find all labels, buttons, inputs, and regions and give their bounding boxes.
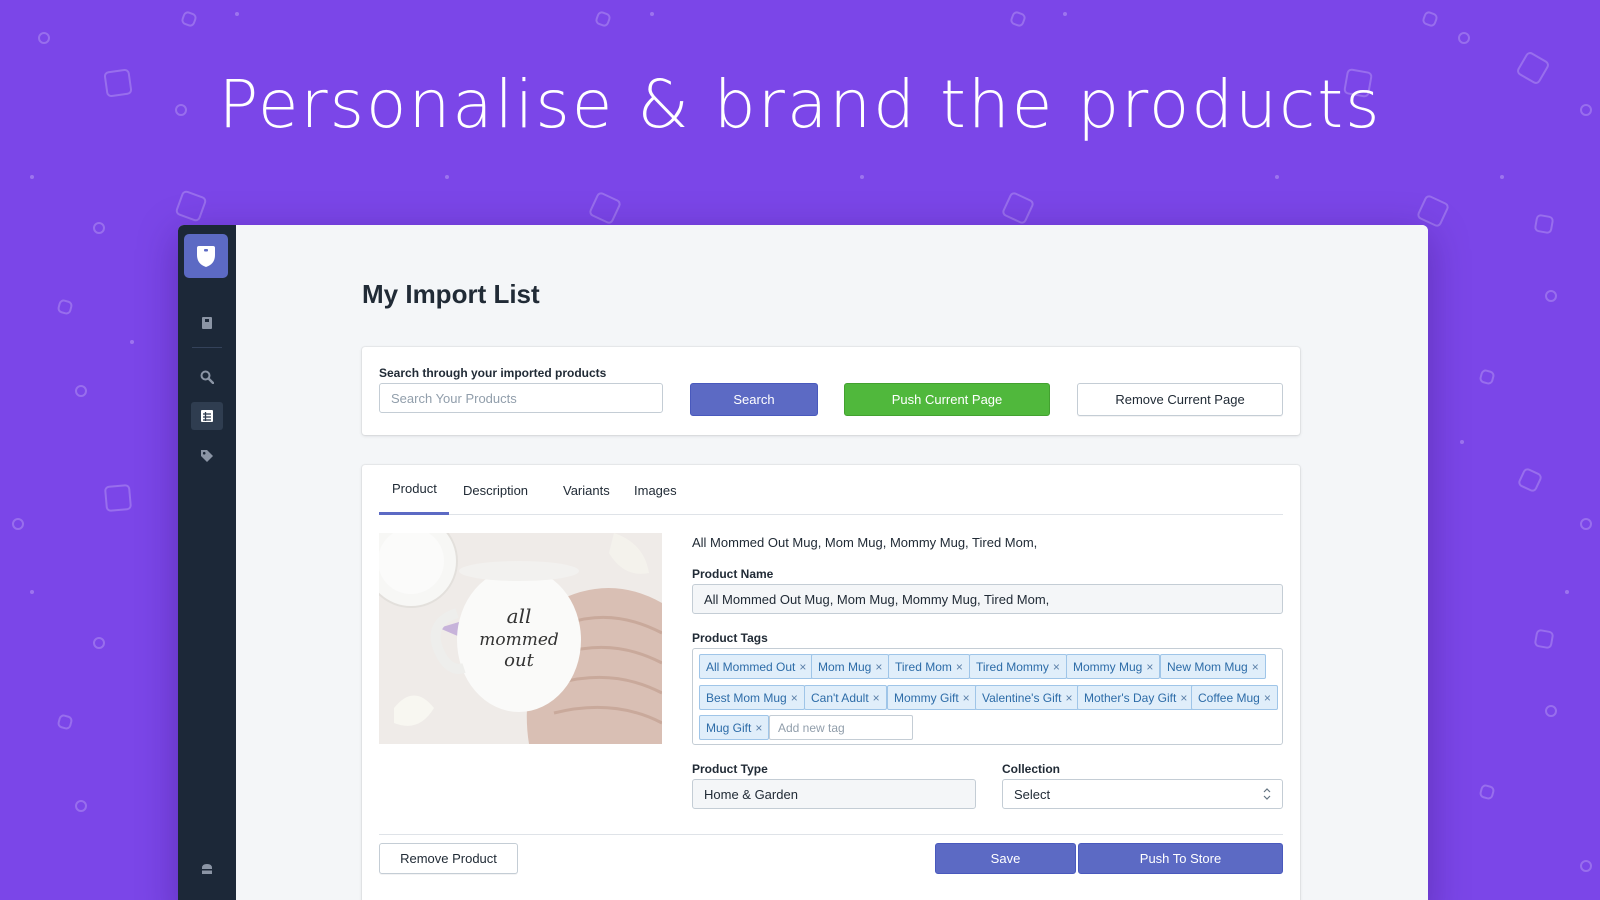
tag-label: All Mommed Out xyxy=(706,659,796,674)
tag-label: Best Mom Mug xyxy=(706,690,787,705)
remove-tag-icon[interactable]: × xyxy=(963,691,970,705)
tag-label: New Mom Mug xyxy=(1167,659,1248,674)
tag-chip: New Mom Mug × xyxy=(1160,654,1266,679)
tag-label: Coffee Mug xyxy=(1198,690,1260,705)
tag-label: Valentine's Gift xyxy=(982,690,1062,705)
product-name-field[interactable] xyxy=(692,584,1283,614)
search-card: Search through your imported products Se… xyxy=(362,347,1300,435)
tab-product[interactable]: Product xyxy=(379,465,449,515)
remove-product-button[interactable]: Remove Product xyxy=(379,843,518,874)
main-content: My Import List Search through your impor… xyxy=(236,225,1428,900)
remove-tag-icon[interactable]: × xyxy=(791,691,798,705)
tag-chip: Valentine's Gift × xyxy=(975,685,1080,710)
tag-label: Mug Gift xyxy=(706,720,752,735)
app-logo-icon[interactable] xyxy=(184,234,228,278)
remove-tag-icon[interactable]: × xyxy=(799,660,806,674)
remove-tag-icon[interactable]: × xyxy=(1180,691,1187,705)
search-input[interactable] xyxy=(379,383,663,413)
tag-icon[interactable] xyxy=(191,442,223,470)
book-icon[interactable] xyxy=(191,309,223,337)
product-name-label: Product Name xyxy=(692,567,774,581)
product-summary: All Mommed Out Mug, Mom Mug, Mommy Mug, … xyxy=(692,535,1038,550)
product-card: Product Description Variants Images all … xyxy=(362,465,1300,900)
product-tags-label: Product Tags xyxy=(692,631,768,645)
product-type-field[interactable] xyxy=(692,779,976,809)
store-icon[interactable] xyxy=(191,855,223,883)
save-button[interactable]: Save xyxy=(935,843,1076,874)
remove-tag-icon[interactable]: × xyxy=(1146,660,1153,674)
new-tag-input[interactable] xyxy=(769,715,913,740)
remove-tag-icon[interactable]: × xyxy=(755,721,762,735)
tag-chip: Mom Mug × xyxy=(811,654,890,679)
remove-current-page-button[interactable]: Remove Current Page xyxy=(1077,383,1283,416)
tab-variants[interactable]: Variants xyxy=(550,465,623,515)
page-title: My Import List xyxy=(362,279,540,309)
tag-label: Tired Mom xyxy=(895,659,952,674)
tag-label: Mommy Gift xyxy=(894,690,959,705)
push-to-store-button[interactable]: Push To Store xyxy=(1078,843,1283,874)
collection-label: Collection xyxy=(1002,762,1061,776)
search-icon[interactable] xyxy=(191,363,223,391)
mug-text-line2: mommed xyxy=(479,630,559,650)
remove-tag-icon[interactable]: × xyxy=(1065,691,1072,705)
tag-label: Mother's Day Gift xyxy=(1084,690,1177,705)
remove-tag-icon[interactable]: × xyxy=(875,660,882,674)
tag-chip: Mug Gift × xyxy=(699,715,770,740)
tab-images[interactable]: Images xyxy=(621,465,690,515)
collection-select[interactable]: Select xyxy=(1002,779,1283,809)
tag-chip: Mommy Mug × xyxy=(1066,654,1161,679)
product-image: all mommed out xyxy=(379,533,662,744)
app-window: My Import List Search through your impor… xyxy=(178,225,1428,900)
remove-tag-icon[interactable]: × xyxy=(1252,660,1259,674)
mug-text-line1: all xyxy=(507,604,532,628)
tag-chip: Coffee Mug × xyxy=(1191,685,1278,710)
tag-label: Can't Adult xyxy=(811,690,869,705)
tag-chip: Best Mom Mug × xyxy=(699,685,805,710)
tag-label: Mommy Mug xyxy=(1073,659,1143,674)
hero-title: Personalise & brand the products xyxy=(218,66,1382,143)
select-arrows-icon xyxy=(1263,788,1271,800)
tab-description[interactable]: Description xyxy=(450,465,541,515)
remove-tag-icon[interactable]: × xyxy=(956,660,963,674)
search-label: Search through your imported products xyxy=(379,366,607,380)
tag-chip: Tired Mom × xyxy=(888,654,970,679)
tag-chip: Tired Mommy × xyxy=(969,654,1067,679)
tag-chip: Mommy Gift × xyxy=(887,685,977,710)
push-current-page-button[interactable]: Push Current Page xyxy=(844,383,1050,416)
product-tabs: Product Description Variants Images xyxy=(379,465,1283,515)
tag-label: Tired Mommy xyxy=(976,659,1049,674)
sidebar-divider xyxy=(192,347,222,348)
sidebar xyxy=(178,225,236,900)
tag-label: Mom Mug xyxy=(818,659,872,674)
remove-tag-icon[interactable]: × xyxy=(1264,691,1271,705)
remove-tag-icon[interactable]: × xyxy=(873,691,880,705)
mug-text-line3: out xyxy=(504,650,534,671)
product-type-label: Product Type xyxy=(692,762,768,776)
tag-chip: All Mommed Out × xyxy=(699,654,814,679)
tag-chip: Mother's Day Gift × xyxy=(1077,685,1195,710)
search-button[interactable]: Search xyxy=(690,383,818,416)
collection-selected-value: Select xyxy=(1014,786,1051,802)
list-icon[interactable] xyxy=(191,402,223,430)
remove-tag-icon[interactable]: × xyxy=(1053,660,1060,674)
product-tags-box: All Mommed Out × Mom Mug × Tired Mom × Tire… xyxy=(692,648,1283,745)
tag-chip: Can't Adult × xyxy=(804,685,887,710)
card-divider xyxy=(379,834,1283,835)
